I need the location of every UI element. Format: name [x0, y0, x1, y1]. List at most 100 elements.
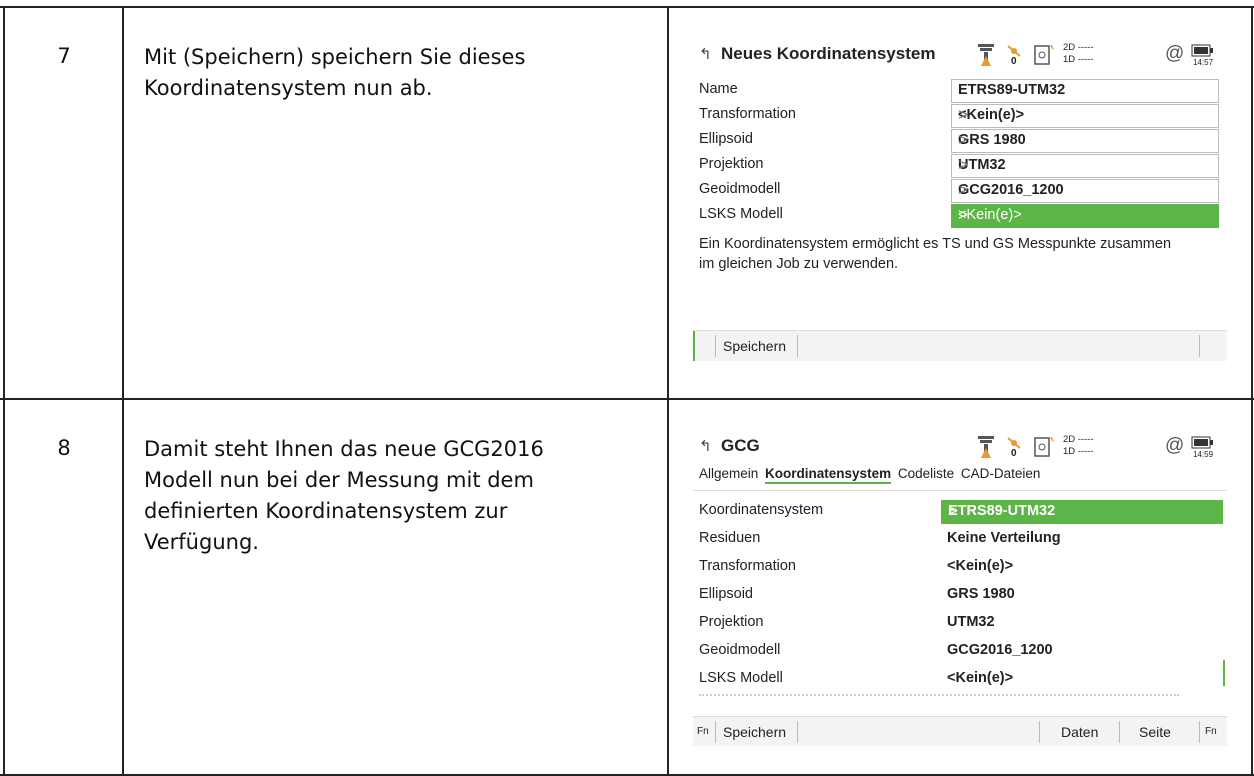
chevron-right-icon: > [958, 130, 968, 149]
status-icons: 0 2D ----- 1D ----- @ 14:57 [975, 42, 1227, 70]
description-line: Verfügung. [144, 530, 259, 554]
field-value: <Kein(e)> [947, 670, 1014, 686]
device-screenshot: ↰ Neues Koordinatensystem 0 2D ----- 1D … [693, 40, 1227, 362]
at-icon[interactable]: @ [1165, 435, 1184, 457]
chevron-right-icon: > [958, 180, 968, 199]
description-line: definierten Koordinatensystem zur [144, 499, 508, 523]
quality-2d: 2D ----- [1063, 434, 1094, 445]
field-label: Transformation [699, 558, 796, 574]
step-number: 7 [57, 44, 71, 68]
back-icon[interactable]: ↰ [699, 45, 712, 63]
field-value: Keine Verteilung [947, 530, 1061, 546]
table-border-top [0, 6, 1254, 8]
accent-edge [693, 331, 695, 361]
field-row: Name ETRS89-UTM32 [693, 78, 1227, 103]
table-border-left [3, 6, 5, 776]
softkey-separator [797, 721, 798, 743]
scroll-indicator[interactable] [1223, 660, 1225, 686]
save-button[interactable]: Speichern [723, 724, 786, 740]
softkey-bar: Speichern [693, 330, 1227, 361]
tab-koordinatensystem[interactable]: Koordinatensystem [765, 466, 892, 484]
clock-time: 14:59 [1193, 450, 1214, 459]
field-label: Residuen [699, 530, 761, 546]
field-value: GCG2016_1200 [947, 642, 1053, 658]
battery-icon [1191, 436, 1213, 449]
projection-select[interactable]: UTM32 > [951, 154, 1219, 178]
field-value: GRS 1980 [947, 586, 1015, 602]
satellite-count: 0 [1011, 448, 1017, 459]
table-column-divider [667, 6, 669, 776]
data-button[interactable]: Daten [1061, 724, 1098, 740]
softkey-separator [1199, 721, 1200, 743]
field-row: Residuen Keine Verteilung [693, 527, 1227, 551]
field-label: Koordinatensystem [699, 502, 824, 518]
tab-cad-dateien[interactable]: CAD-Dateien [961, 466, 1041, 481]
back-icon[interactable]: ↰ [699, 437, 712, 455]
title-bar: ↰ Neues Koordinatensystem 0 2D ----- 1D … [693, 40, 1227, 70]
quality-2d: 2D ----- [1063, 42, 1094, 53]
tab-bar: Allgemein Koordinatensystem Codeliste CA… [699, 466, 1041, 484]
geoid-model-select[interactable]: GCG2016_1200 > [951, 179, 1219, 203]
chevron-right-icon: > [958, 155, 968, 174]
description-line: Koordinatensystem nun ab. [144, 76, 433, 100]
name-input[interactable]: ETRS89-UTM32 [951, 79, 1219, 103]
table-border-right [1251, 6, 1253, 776]
info-line: Ein Koordinatensystem ermöglicht es TS u… [699, 236, 1172, 252]
save-button[interactable]: Speichern [723, 338, 786, 354]
field-label: Ellipsoid [699, 131, 753, 147]
field-value: ETRS89-UTM32 [958, 82, 1066, 98]
title-bar: ↰ GCG 0 2D ----- 1D ----- @ 14:59 [693, 432, 1227, 462]
table-row-divider [0, 398, 1254, 400]
table-column-divider [122, 6, 124, 776]
satellite-count: 0 [1011, 56, 1017, 67]
field-row: Ellipsoid GRS 1980 > [693, 128, 1227, 153]
field-label: Projektion [699, 614, 764, 630]
page-button[interactable]: Seite [1139, 724, 1171, 740]
fn-left-button[interactable]: Fn [697, 726, 709, 737]
field-row: LSKS Modell <Kein(e)> > [693, 203, 1227, 228]
field-row: Transformation <Kein(e)> [693, 555, 1227, 579]
info-line: im gleichen Job zu verwenden. [699, 256, 899, 272]
field-row: Geoidmodell GCG2016_1200 > [693, 178, 1227, 203]
transformation-select[interactable]: <Kein(e)> > [951, 104, 1219, 128]
ellipsoid-select[interactable]: GRS 1980 > [951, 129, 1219, 153]
field-row: Transformation <Kein(e)> > [693, 103, 1227, 128]
field-label: Projektion [699, 156, 764, 172]
lsks-model-select[interactable]: <Kein(e)> > [951, 204, 1219, 228]
field-label: Name [699, 81, 738, 97]
chevron-right-icon: > [958, 105, 968, 124]
field-label: Geoidmodell [699, 181, 781, 197]
fn-right-button[interactable]: Fn [1205, 726, 1217, 737]
device-screenshot: ↰ GCG 0 2D ----- 1D ----- @ 14:59 Allgem… [693, 432, 1227, 746]
rover-icon [978, 44, 994, 66]
screen-title: GCG [721, 436, 760, 455]
field-row: Projektion UTM32 [693, 611, 1227, 635]
instruction-table: 7 Mit (Speichern) speichern Sie dieses K… [0, 0, 1254, 776]
tab-divider [693, 490, 1227, 491]
screen-title: Neues Koordinatensystem [721, 44, 936, 63]
field-row: LSKS Modell <Kein(e)> [693, 667, 1227, 691]
field-label: Geoidmodell [699, 642, 781, 658]
field-label: LSKS Modell [699, 206, 783, 222]
softkey-separator [715, 721, 716, 743]
field-row: Geoidmodell GCG2016_1200 [693, 639, 1227, 663]
description-line: Mit (Speichern) speichern Sie dieses [144, 45, 526, 69]
field-label: Transformation [699, 106, 796, 122]
coordinate-system-select[interactable]: ETRS89-UTM32 > [941, 500, 1223, 524]
faded-text-remnant [699, 694, 1179, 700]
softkey-bar: Fn Speichern Daten Seite Fn [693, 716, 1227, 746]
radio-icon [1034, 44, 1054, 65]
clock-time: 14:57 [1193, 58, 1214, 67]
step-number: 8 [57, 436, 71, 460]
softkey-separator [1039, 721, 1040, 743]
chevron-right-icon: > [958, 205, 968, 224]
status-icons: 0 2D ----- 1D ----- @ 14:59 [975, 434, 1227, 462]
field-label: Ellipsoid [699, 586, 753, 602]
at-icon[interactable]: @ [1165, 43, 1184, 65]
info-text: Ein Koordinatensystem ermöglicht es TS u… [699, 234, 1227, 274]
rover-icon [978, 436, 994, 458]
field-value: <Kein(e)> [947, 558, 1014, 574]
tab-codeliste[interactable]: Codeliste [898, 466, 954, 481]
tab-allgemein[interactable]: Allgemein [699, 466, 758, 481]
quality-1d: 1D ----- [1063, 446, 1094, 457]
